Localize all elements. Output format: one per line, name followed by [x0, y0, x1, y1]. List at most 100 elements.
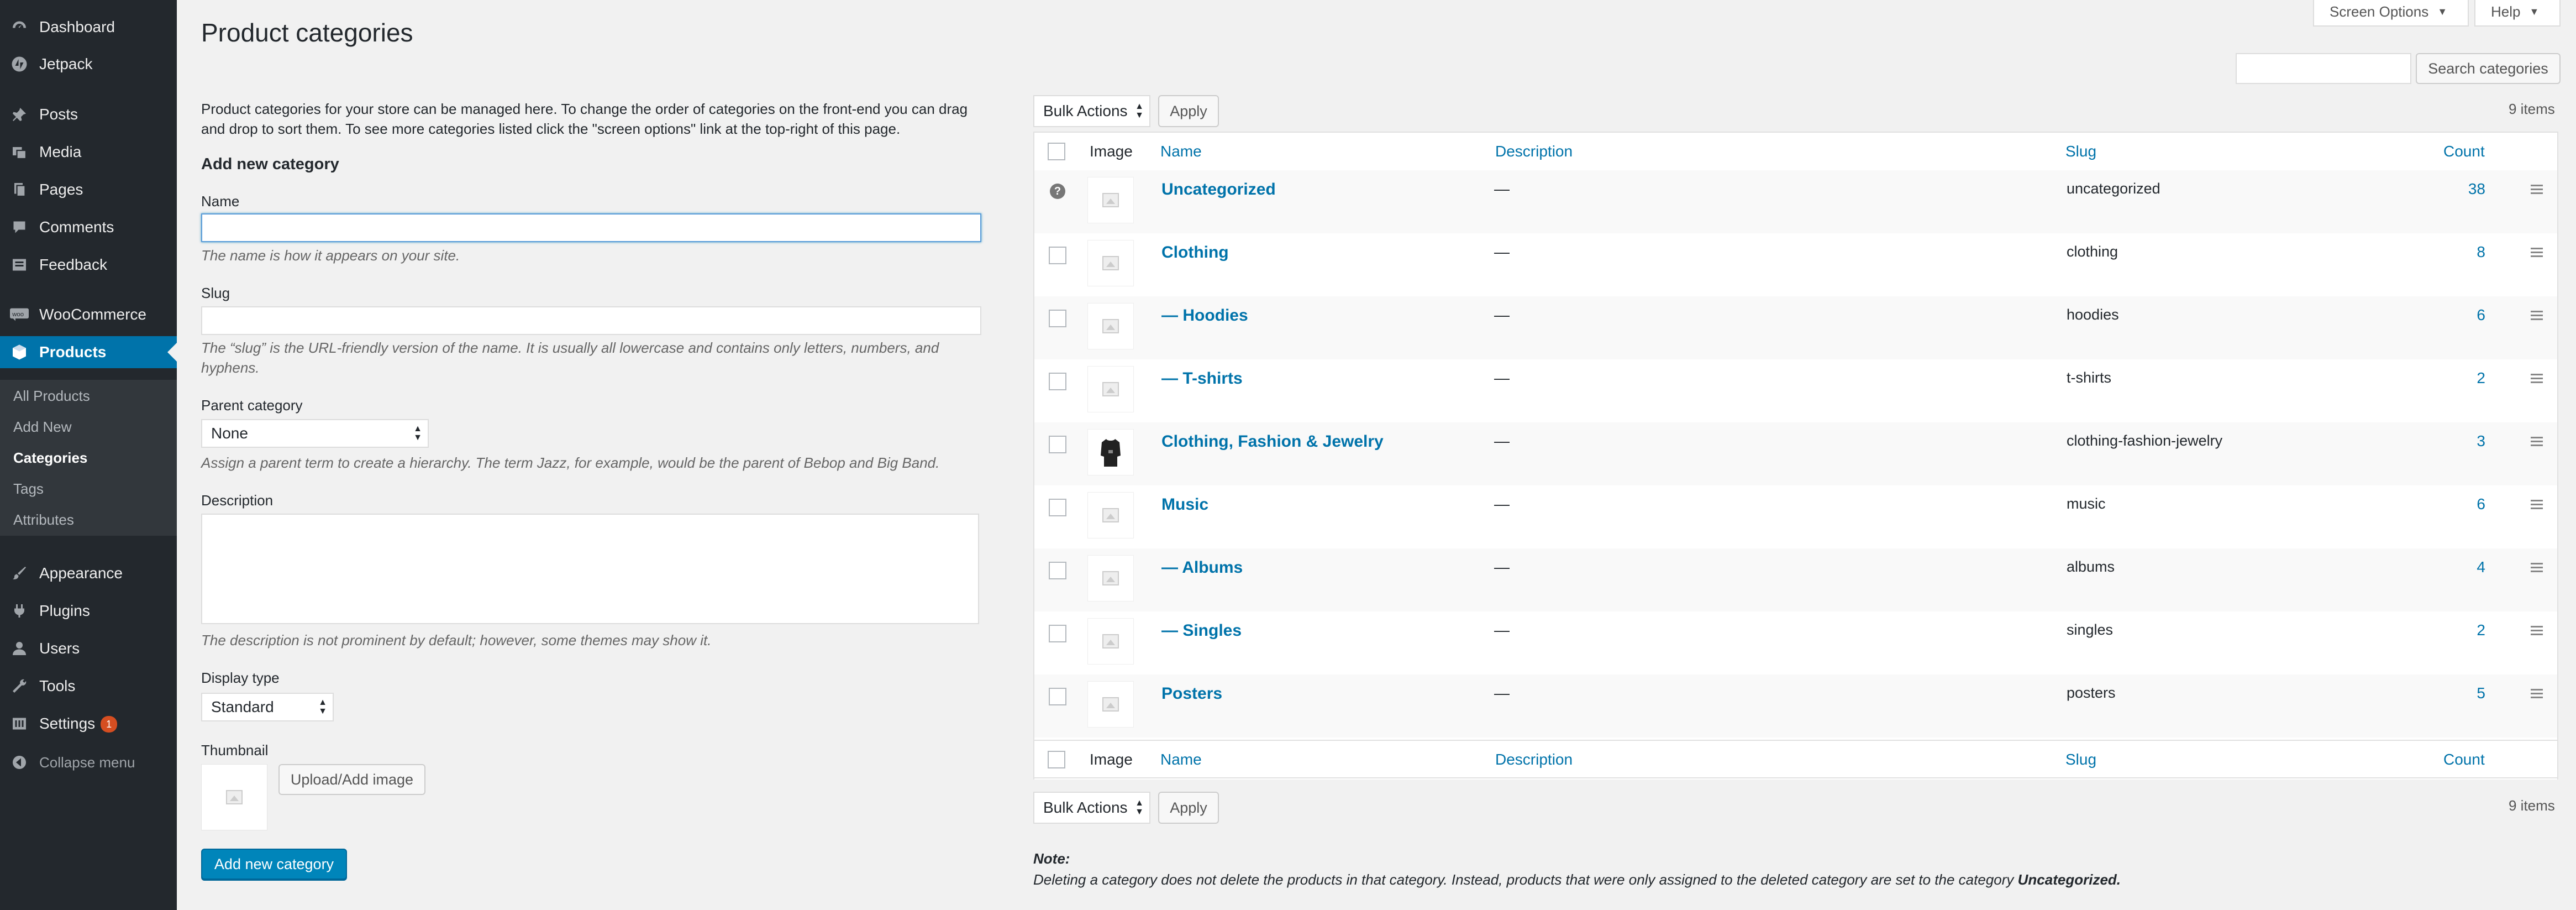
image-placeholder-icon	[1102, 508, 1119, 522]
category-count-link[interactable]: 2	[2477, 369, 2485, 387]
sidebar-item-feedback[interactable]: Feedback	[0, 249, 177, 281]
column-header-slug[interactable]: Slug	[2065, 143, 2096, 160]
bulk-actions-select-top[interactable]: Bulk Actions ▲ ▼	[1033, 95, 1150, 127]
category-name-link[interactable]: Posters	[1161, 684, 1222, 703]
caret-down-icon: ▼	[2437, 6, 2448, 17]
category-name-link[interactable]: Uncategorized	[1161, 180, 1276, 199]
sidebar-item-tools[interactable]: Tools	[0, 670, 177, 702]
sidebar-item-users[interactable]: Users	[0, 632, 177, 665]
screen-options-button[interactable]: Screen Options ▼	[2313, 0, 2469, 27]
column-header-name[interactable]: Name	[1160, 143, 1202, 160]
table-footer: Image Name Description Slug Count	[1033, 740, 2558, 778]
row-checkbox[interactable]	[1049, 247, 1066, 264]
category-slug: hoodies	[2067, 306, 2119, 323]
parent-category-select[interactable]: None ▲ ▼	[201, 419, 429, 448]
submenu-attributes[interactable]: Attributes	[13, 511, 74, 529]
upload-image-button[interactable]: Upload/Add image	[278, 764, 425, 795]
row-checkbox[interactable]	[1049, 625, 1066, 642]
sidebar-item-appearance[interactable]: Appearance	[0, 557, 177, 589]
display-type-select[interactable]: Standard ▲ ▼	[201, 693, 334, 721]
drag-handle-icon[interactable]	[2531, 374, 2543, 385]
row-checkbox[interactable]	[1049, 436, 1066, 453]
submenu-categories[interactable]: Categories	[13, 449, 87, 467]
row-checkbox[interactable]	[1049, 373, 1066, 390]
sidebar-collapse-menu[interactable]: Collapse menu	[0, 746, 177, 778]
thumbnail-preview	[201, 764, 267, 830]
drag-handle-icon[interactable]	[2531, 626, 2543, 637]
apply-button-bottom[interactable]: Apply	[1158, 792, 1219, 824]
category-name-link[interactable]: Clothing, Fashion & Jewelry	[1161, 432, 1384, 451]
drag-handle-icon[interactable]	[2531, 689, 2543, 700]
row-checkbox[interactable]	[1049, 499, 1066, 516]
table-row: Clothing — clothing 8	[1034, 233, 2557, 296]
category-count-link[interactable]: 38	[2468, 180, 2485, 198]
column-header-description[interactable]: Description	[1495, 143, 1573, 160]
column-header-count[interactable]: Count	[2443, 143, 2485, 160]
sidebar-item-woocommerce[interactable]: woo WooCommerce	[0, 299, 177, 331]
sidebar-item-posts[interactable]: Posts	[0, 98, 177, 130]
sidebar-item-settings[interactable]: Settings 1	[0, 708, 177, 740]
image-placeholder-icon	[1102, 319, 1119, 333]
select-all-checkbox[interactable]	[1048, 143, 1065, 160]
category-count-link[interactable]: 6	[2477, 495, 2485, 513]
drag-handle-icon[interactable]	[2531, 500, 2543, 511]
collapse-icon	[9, 752, 30, 773]
row-checkbox[interactable]	[1049, 310, 1066, 327]
category-count-link[interactable]: 2	[2477, 621, 2485, 639]
column-footer-count[interactable]: Count	[2443, 751, 2485, 768]
sidebar-item-comments[interactable]: Comments	[0, 211, 177, 243]
search-categories-button[interactable]: Search categories	[2416, 53, 2561, 84]
sidebar-item-plugins[interactable]: Plugins	[0, 595, 177, 627]
apply-button-top[interactable]: Apply	[1158, 95, 1219, 127]
drag-handle-icon[interactable]	[2531, 185, 2543, 196]
category-name-link[interactable]: — Singles	[1161, 621, 1242, 640]
category-name-link[interactable]: Music	[1161, 495, 1208, 514]
drag-handle-icon[interactable]	[2531, 248, 2543, 259]
column-header-image: Image	[1090, 143, 1133, 160]
search-input[interactable]	[2236, 53, 2411, 84]
drag-handle-icon[interactable]	[2531, 563, 2543, 574]
sidebar-item-products[interactable]: Products	[0, 336, 177, 368]
drag-handle-icon[interactable]	[2531, 437, 2543, 448]
table-row: ? Uncategorized — uncategorized 38	[1034, 170, 2557, 233]
column-footer-description[interactable]: Description	[1495, 751, 1573, 768]
feedback-icon	[9, 254, 30, 275]
category-name-link[interactable]: Clothing	[1161, 243, 1229, 262]
submenu-all-products[interactable]: All Products	[13, 388, 90, 405]
table-header: Image Name Description Slug Count	[1033, 132, 2558, 170]
help-button[interactable]: Help ▼	[2474, 0, 2561, 27]
display-type-value: Standard	[211, 698, 274, 715]
select-all-checkbox-bottom[interactable]	[1048, 751, 1065, 768]
category-count-link[interactable]: 4	[2477, 558, 2485, 576]
category-count-link[interactable]: 8	[2477, 243, 2485, 261]
row-checkbox[interactable]	[1049, 562, 1066, 579]
category-name-link[interactable]: — T-shirts	[1161, 369, 1243, 388]
sidebar-item-jetpack[interactable]: Jetpack	[0, 48, 177, 80]
sidebar-item-dashboard[interactable]: Dashboard	[0, 11, 177, 43]
slug-input[interactable]	[201, 306, 981, 335]
category-count-link[interactable]: 3	[2477, 432, 2485, 450]
add-category-button[interactable]: Add new category	[201, 849, 347, 880]
drag-handle-icon[interactable]	[2531, 311, 2543, 322]
bulk-actions-select-bottom[interactable]: Bulk Actions ▲ ▼	[1033, 792, 1150, 824]
question-icon[interactable]: ?	[1050, 184, 1065, 199]
admin-sidebar: Dashboard Jetpack Posts Media Pages Comm…	[0, 0, 177, 910]
column-footer-name[interactable]: Name	[1160, 751, 1202, 768]
submenu-add-new[interactable]: Add New	[13, 419, 72, 436]
category-count-link[interactable]: 6	[2477, 306, 2485, 324]
category-count-link[interactable]: 5	[2477, 684, 2485, 702]
table-row: — T-shirts — t-shirts 2	[1034, 359, 2557, 422]
note-text: Deleting a category does not delete the …	[1033, 871, 2121, 888]
submenu-tags[interactable]: Tags	[13, 480, 44, 498]
description-textarea[interactable]	[201, 514, 979, 624]
category-name-link[interactable]: — Albums	[1161, 558, 1243, 577]
category-name-link[interactable]: — Hoodies	[1161, 306, 1248, 325]
sidebar-item-pages[interactable]: Pages	[0, 174, 177, 206]
row-checkbox[interactable]	[1049, 688, 1066, 705]
column-footer-slug[interactable]: Slug	[2065, 751, 2096, 768]
sidebar-item-media[interactable]: Media	[0, 136, 177, 168]
sidebar-item-label: Pages	[39, 181, 83, 198]
category-description: —	[1494, 432, 1510, 449]
name-input[interactable]	[201, 213, 981, 242]
category-description: —	[1494, 684, 1510, 702]
